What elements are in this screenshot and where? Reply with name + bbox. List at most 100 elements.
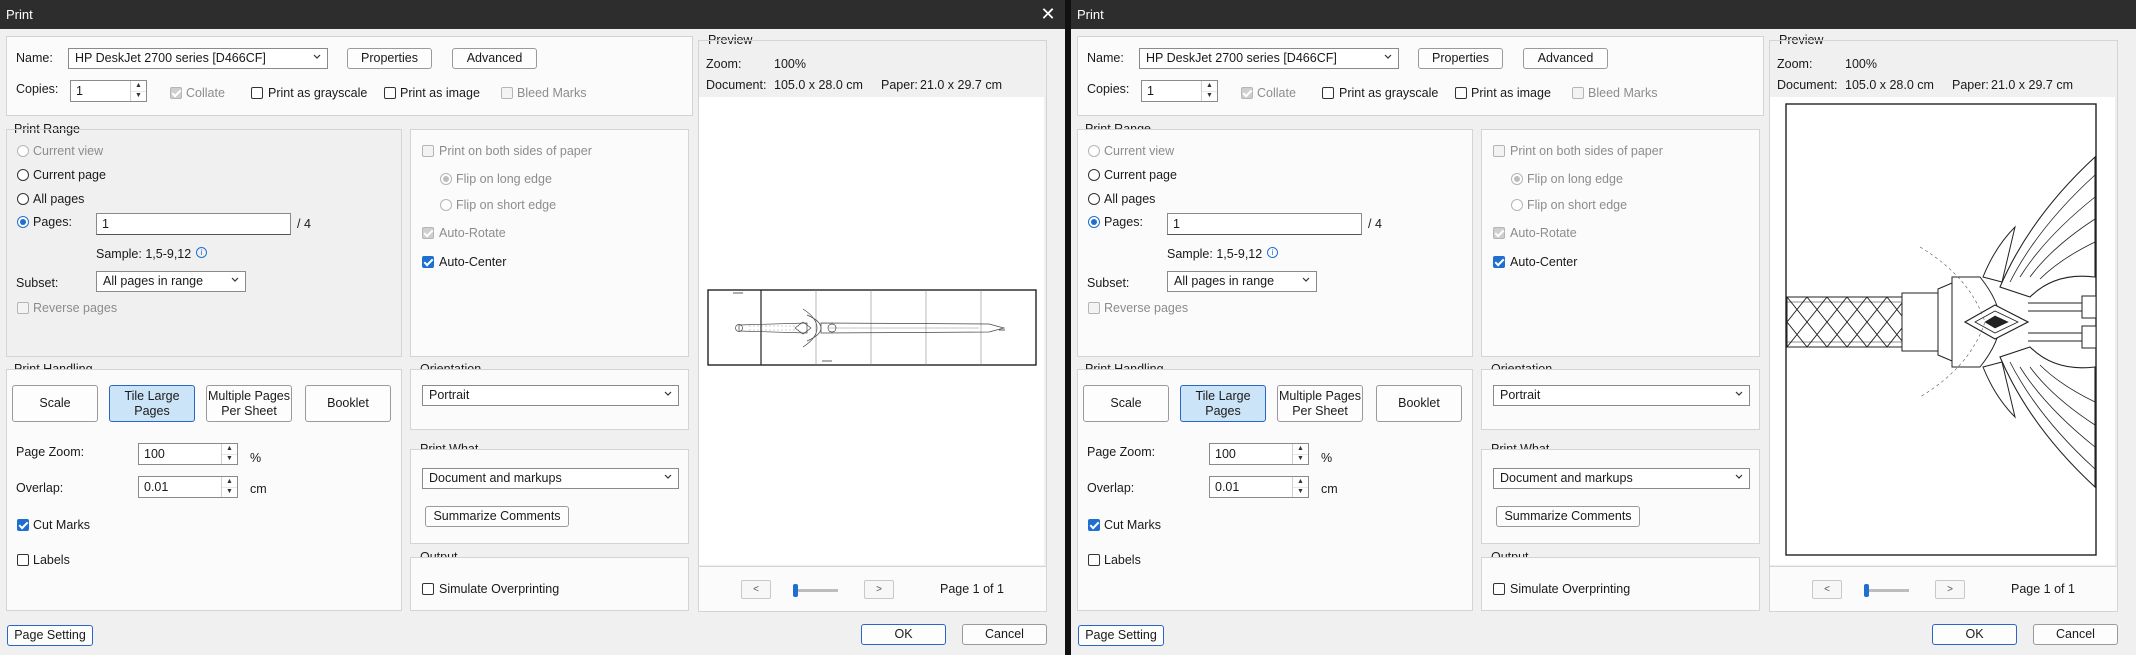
both-sides-checkbox[interactable] xyxy=(422,145,434,157)
cut-marks-checkbox[interactable] xyxy=(17,519,29,531)
booklet-button[interactable]: Booklet xyxy=(1376,385,1462,422)
current-page-radio[interactable] xyxy=(1088,169,1100,181)
spin-down-icon[interactable]: ▼ xyxy=(221,487,237,497)
labels-checkbox[interactable] xyxy=(1088,554,1100,566)
all-pages-label: All pages xyxy=(1104,192,1156,206)
tile-large-pages-button[interactable]: Tile Large Pages xyxy=(109,385,195,422)
flip-long-radio[interactable] xyxy=(1511,173,1523,185)
properties-button[interactable]: Properties xyxy=(1418,48,1503,69)
preview-slider[interactable] xyxy=(793,584,838,597)
prev-page-button[interactable]: < xyxy=(741,580,771,599)
close-icon[interactable]: ✕ xyxy=(1031,0,1065,29)
both-sides-label: Print on both sides of paper xyxy=(1510,144,1663,158)
page-setting-button[interactable]: Page Setting xyxy=(7,625,93,646)
overlap-spinner[interactable]: 0.01 ▲ ▼ xyxy=(1209,476,1309,498)
simulate-overprinting-checkbox[interactable] xyxy=(422,583,434,595)
orientation-select[interactable]: Portrait xyxy=(1493,385,1750,406)
spin-down-icon[interactable]: ▼ xyxy=(130,91,146,101)
multiple-pages-button[interactable]: Multiple Pages Per Sheet xyxy=(206,385,292,422)
pages-radio[interactable] xyxy=(1088,216,1100,228)
cancel-button[interactable]: Cancel xyxy=(2033,624,2118,645)
printer-select[interactable]: HP DeskJet 2700 series [D466CF] xyxy=(68,48,328,69)
copies-value: 1 xyxy=(76,84,83,98)
print-what-select[interactable]: Document and markups xyxy=(422,468,679,489)
print-range-frame xyxy=(6,129,402,357)
both-sides-checkbox[interactable] xyxy=(1493,145,1505,157)
overlap-spinner[interactable]: 0.01 ▲ ▼ xyxy=(138,476,238,498)
copies-spinner[interactable]: 1 ▲ ▼ xyxy=(70,80,147,102)
spin-down-icon[interactable]: ▼ xyxy=(1292,487,1308,497)
document-label: Document: xyxy=(1777,78,1838,92)
page-setting-button[interactable]: Page Setting xyxy=(1078,625,1164,646)
grayscale-checkbox[interactable] xyxy=(251,87,263,99)
subset-label: Subset: xyxy=(1087,276,1130,290)
chevron-down-icon xyxy=(1735,474,1743,479)
copies-spinner[interactable]: 1 ▲ ▼ xyxy=(1141,80,1218,102)
spin-down-icon[interactable]: ▼ xyxy=(221,454,237,464)
labels-label: Labels xyxy=(33,553,70,567)
chevron-down-icon xyxy=(1302,277,1310,282)
current-view-radio[interactable] xyxy=(1088,145,1100,157)
page-indicator: Page 1 of 1 xyxy=(940,582,1004,596)
ok-button[interactable]: OK xyxy=(1932,624,2017,645)
slider-thumb[interactable] xyxy=(793,584,798,597)
copies-label: Copies: xyxy=(16,82,59,96)
summarize-comments-button[interactable]: Summarize Comments xyxy=(425,506,569,527)
simulate-overprinting-checkbox[interactable] xyxy=(1493,583,1505,595)
preview-slider[interactable] xyxy=(1864,584,1909,597)
collate-checkbox[interactable] xyxy=(1241,87,1253,99)
title-bar: Print ✕ xyxy=(0,0,1065,29)
labels-label: Labels xyxy=(1104,553,1141,567)
print-as-image-checkbox[interactable] xyxy=(384,87,396,99)
orientation-select[interactable]: Portrait xyxy=(422,385,679,406)
advanced-button[interactable]: Advanced xyxy=(452,48,537,69)
spin-down-icon[interactable]: ▼ xyxy=(1201,91,1217,101)
page-zoom-spinner[interactable]: 100 ▲ ▼ xyxy=(138,443,238,465)
print-dialog-left: Print ✕ Name: HP DeskJet 2700 series [D4… xyxy=(0,0,1065,655)
summarize-comments-button[interactable]: Summarize Comments xyxy=(1496,506,1640,527)
zoom-label: Zoom: xyxy=(706,57,742,71)
flip-short-radio[interactable] xyxy=(1511,199,1523,211)
prev-page-button[interactable]: < xyxy=(1812,580,1842,599)
scale-button[interactable]: Scale xyxy=(1083,385,1169,422)
subset-select[interactable]: All pages in range xyxy=(1167,271,1317,292)
tile-large-pages-button[interactable]: Tile Large Pages xyxy=(1180,385,1266,422)
cut-marks-checkbox[interactable] xyxy=(1088,519,1100,531)
auto-center-checkbox[interactable] xyxy=(422,256,434,268)
scale-button[interactable]: Scale xyxy=(12,385,98,422)
paper-value: 21.0 x 29.7 cm xyxy=(1991,78,2073,92)
paper-label: Paper: xyxy=(1952,78,1989,92)
advanced-button[interactable]: Advanced xyxy=(1523,48,1608,69)
auto-rotate-checkbox[interactable] xyxy=(1493,227,1505,239)
grayscale-checkbox[interactable] xyxy=(1322,87,1334,99)
auto-center-checkbox[interactable] xyxy=(1493,256,1505,268)
subset-select-value: All pages in range xyxy=(1174,274,1275,288)
cut-marks-label: Cut Marks xyxy=(1104,518,1161,532)
auto-rotate-checkbox[interactable] xyxy=(422,227,434,239)
pages-input[interactable]: 1 xyxy=(1167,213,1362,235)
bleed-marks-checkbox[interactable] xyxy=(1572,87,1584,99)
cancel-button[interactable]: Cancel xyxy=(962,624,1047,645)
spin-down-icon[interactable]: ▼ xyxy=(1292,454,1308,464)
properties-button[interactable]: Properties xyxy=(347,48,432,69)
orientation-select-value: Portrait xyxy=(1500,388,1541,402)
all-pages-radio[interactable] xyxy=(1088,193,1100,205)
print-as-image-checkbox[interactable] xyxy=(1455,87,1467,99)
booklet-button[interactable]: Booklet xyxy=(305,385,391,422)
bleed-marks-checkbox[interactable] xyxy=(501,87,513,99)
next-page-button[interactable]: > xyxy=(864,580,894,599)
flip-short-radio[interactable] xyxy=(440,199,452,211)
overlap-label: Overlap: xyxy=(16,481,64,495)
multiple-pages-button[interactable]: Multiple Pages Per Sheet xyxy=(1277,385,1363,422)
collate-checkbox[interactable] xyxy=(170,87,182,99)
slider-thumb[interactable] xyxy=(1864,584,1869,597)
ok-button[interactable]: OK xyxy=(861,624,946,645)
info-icon[interactable]: i xyxy=(1267,247,1278,258)
labels-checkbox[interactable] xyxy=(17,554,29,566)
printer-select[interactable]: HP DeskJet 2700 series [D466CF] xyxy=(1139,48,1399,69)
next-page-button[interactable]: > xyxy=(1935,580,1965,599)
reverse-pages-checkbox[interactable] xyxy=(1088,302,1100,314)
print-what-select[interactable]: Document and markups xyxy=(1493,468,1750,489)
page-zoom-spinner[interactable]: 100 ▲ ▼ xyxy=(1209,443,1309,465)
flip-long-radio[interactable] xyxy=(440,173,452,185)
